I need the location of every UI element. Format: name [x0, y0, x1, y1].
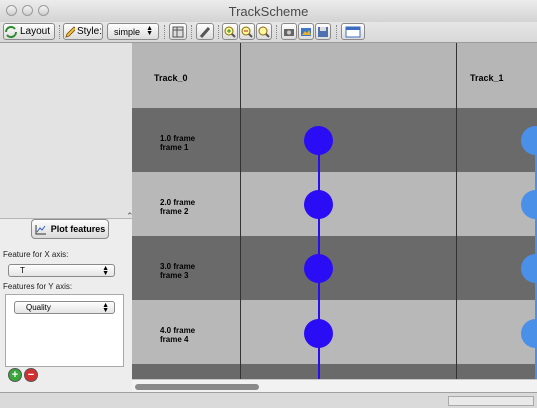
pencil-icon	[65, 25, 75, 38]
display-decorations-button[interactable]	[169, 23, 187, 40]
zoom-in-button[interactable]	[222, 23, 238, 40]
camera-icon	[284, 28, 294, 36]
toolbar: Layout Style: simple ▲ ▼	[0, 22, 537, 43]
y-axis-select-value: Quality	[26, 303, 51, 312]
column-header-track-1: Track_1	[470, 73, 504, 83]
side-panel: Plot features Feature for X axis: T ▲ ▼ F…	[0, 43, 134, 392]
status-field	[448, 396, 534, 406]
select-arrows-icon: ▲ ▼	[146, 25, 153, 37]
plus-icon: +	[11, 368, 19, 381]
frame-row: 2.0 frame frame 2	[132, 172, 537, 236]
x-axis-label: Feature for X axis:	[3, 250, 69, 259]
minus-icon: −	[27, 368, 35, 381]
select-arrows-icon: ▲ ▼	[102, 265, 109, 277]
style-label: Style:	[76, 26, 102, 37]
window-layout-icon	[345, 26, 361, 37]
title-bar: TrackScheme	[0, 0, 537, 23]
toolbar-separator	[191, 25, 193, 39]
spot[interactable]	[304, 254, 333, 283]
toolbar-separator	[164, 25, 166, 39]
plot-features-label: Plot features	[50, 224, 106, 234]
zoom-in-icon	[224, 26, 236, 38]
plot-chart-icon	[35, 224, 46, 234]
toolbar-separator	[59, 25, 61, 39]
save-button[interactable]	[315, 23, 331, 40]
zoom-out-icon	[241, 26, 253, 38]
spot[interactable]	[304, 126, 333, 155]
show-panel-button[interactable]	[341, 23, 365, 40]
refresh-arrows-icon	[5, 25, 17, 38]
reset-zoom-button[interactable]	[256, 23, 272, 40]
remove-feature-button[interactable]: −	[24, 368, 38, 382]
layout-label: Layout	[20, 26, 51, 37]
scrollbar-thumb[interactable]	[135, 384, 259, 390]
layout-button[interactable]: Layout	[3, 23, 55, 40]
column-divider	[240, 43, 241, 379]
spot[interactable]	[304, 190, 333, 219]
zoom-out-button[interactable]	[239, 23, 255, 40]
frame-row: 1.0 frame frame 1	[132, 108, 537, 172]
plot-features-button[interactable]: Plot features	[31, 219, 109, 239]
x-axis-select[interactable]: T ▲ ▼	[8, 264, 115, 277]
frame-row-label: 1.0 frame frame 1	[160, 134, 196, 152]
capture-button[interactable]	[281, 23, 297, 40]
style-button[interactable]: Style:	[63, 23, 103, 40]
status-bar	[0, 392, 537, 408]
x-axis-select-value: T	[20, 266, 25, 275]
style-select-value: simple	[114, 26, 141, 37]
magnifier-icon	[258, 26, 270, 38]
save-disk-icon	[318, 26, 328, 37]
track-scheme-graph[interactable]: Track_0 Track_1 1.0 frame frame 1 2.0 fr…	[132, 43, 537, 379]
table-grid-icon	[172, 26, 184, 37]
toolbar-separator	[276, 25, 278, 39]
horizontal-scrollbar[interactable]	[132, 379, 537, 393]
pen-icon	[199, 26, 211, 38]
outline-view	[0, 43, 132, 219]
toolbar-separator	[336, 25, 338, 39]
y-axis-features-list[interactable]: Quality ▲ ▼	[5, 294, 124, 367]
toolbar-separator	[218, 25, 220, 39]
frame-row-label: 3.0 frame frame 3	[160, 262, 196, 280]
frame-row-label: 2.0 frame frame 2	[160, 198, 196, 216]
frame-row-label: 4.0 frame frame 4	[160, 326, 196, 344]
spot[interactable]	[304, 319, 333, 348]
draw-edges-button[interactable]	[196, 23, 214, 40]
style-select[interactable]: simple ▲ ▼	[107, 23, 159, 40]
column-header-track-0: Track_0	[154, 73, 188, 83]
y-axis-select[interactable]: Quality ▲ ▼	[14, 301, 115, 314]
export-button[interactable]	[298, 23, 314, 40]
add-feature-button[interactable]: +	[8, 368, 22, 382]
column-divider	[456, 43, 457, 379]
select-arrows-icon: ▲ ▼	[102, 302, 109, 314]
frame-row	[132, 364, 537, 379]
frame-row: 4.0 frame frame 4	[132, 300, 537, 364]
export-image-icon	[301, 27, 311, 36]
track-header-row: Track_0 Track_1	[132, 43, 537, 109]
y-axis-label: Features for Y axis:	[3, 282, 73, 291]
window-title: TrackScheme	[228, 4, 309, 19]
frame-row: 3.0 frame frame 3	[132, 236, 537, 300]
